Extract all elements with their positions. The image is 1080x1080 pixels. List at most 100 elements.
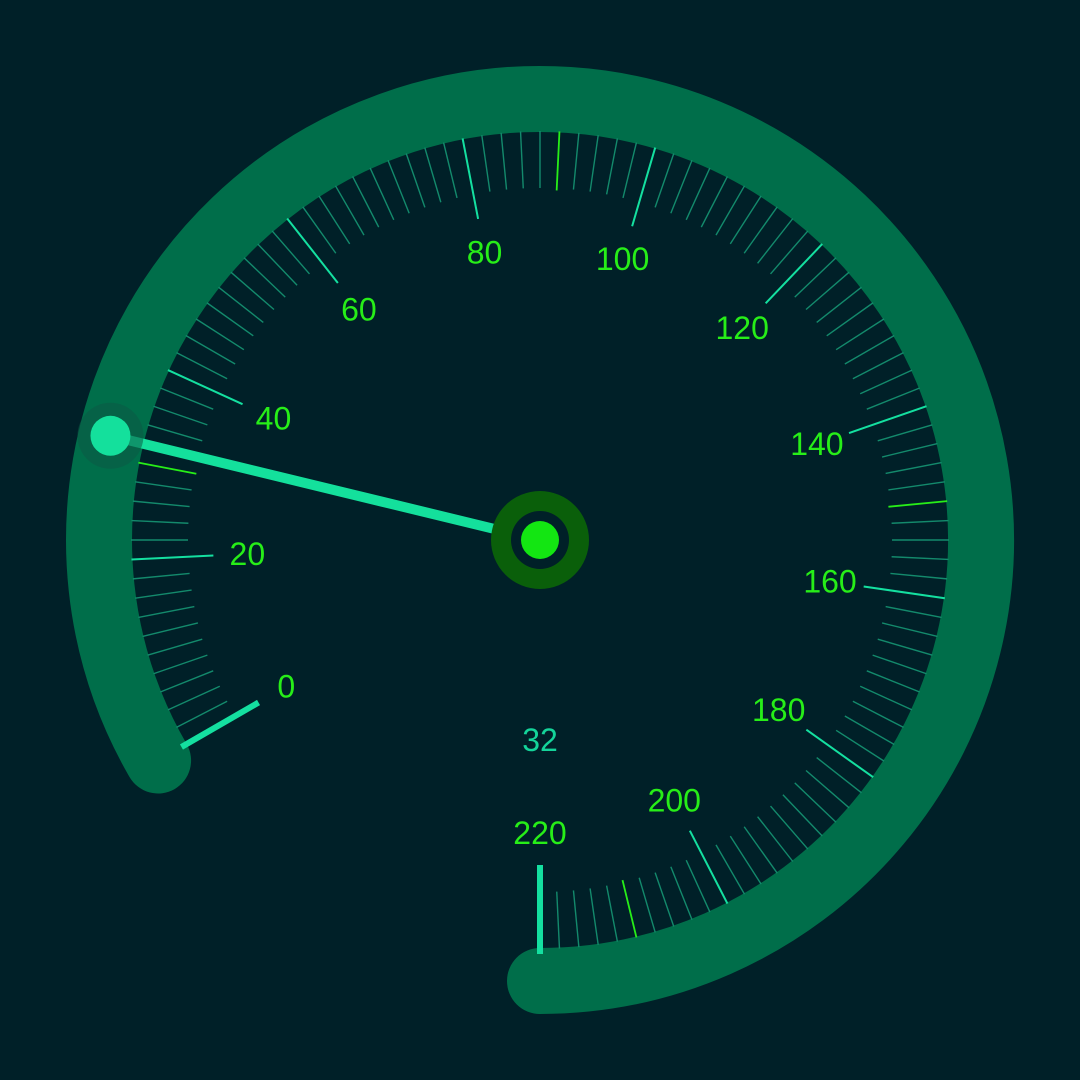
minor-tick: [153, 654, 208, 675]
needle-tip-handle[interactable]: [90, 415, 131, 456]
hub-center: [521, 521, 559, 559]
minor-tick: [605, 885, 619, 942]
value-readout: 32: [522, 722, 558, 758]
minor-tick: [670, 160, 693, 214]
minor-tick: [160, 387, 214, 410]
tick-label: 80: [467, 234, 503, 270]
minor-tick: [230, 271, 275, 311]
tick-label: 140: [790, 426, 843, 462]
minor-tick: [589, 135, 599, 192]
minor-tick: [257, 243, 298, 286]
minor-tick: [243, 257, 286, 298]
minor-tick: [816, 286, 862, 323]
minor-tick: [805, 271, 850, 311]
minor-tick: [500, 132, 508, 190]
tick-label: 40: [256, 400, 292, 436]
minor-tick: [142, 622, 199, 638]
minor-tick: [160, 670, 214, 693]
minor-tick: [859, 369, 913, 395]
minor-tick: [135, 589, 192, 599]
minor-tick: [138, 461, 197, 475]
tick-label: 60: [341, 292, 377, 328]
minor-tick: [135, 481, 192, 491]
minor-tick: [782, 794, 823, 837]
major-tick: [848, 405, 927, 434]
minor-tick: [881, 442, 938, 458]
minor-tick: [670, 866, 693, 920]
gauge-dial: 0 20 40 60 80 100 120 140 160 180 200 220 32: [66, 66, 1014, 1014]
minor-tick: [556, 891, 561, 949]
major-tick: [179, 699, 261, 750]
minor-tick: [519, 131, 524, 189]
minor-tick: [888, 481, 945, 491]
major-tick: [286, 217, 339, 284]
major-tick: [764, 243, 823, 305]
major-tick: [805, 728, 874, 779]
tick-label: 100: [596, 241, 649, 277]
minor-tick: [685, 859, 711, 913]
minor-tick: [271, 230, 311, 275]
major-tick: [631, 147, 657, 227]
minor-tick: [167, 685, 221, 711]
minor-tick: [700, 176, 729, 228]
minor-tick: [852, 700, 904, 729]
minor-tick: [405, 153, 426, 208]
minor-tick: [218, 286, 264, 323]
minor-tick: [794, 257, 837, 298]
minor-tick: [866, 387, 920, 410]
minor-tick: [885, 461, 942, 475]
minor-tick: [572, 132, 580, 190]
minor-tick: [572, 890, 580, 948]
minor-tick: [881, 622, 938, 638]
minor-tick: [805, 769, 850, 809]
minor-tick: [757, 816, 794, 862]
minor-tick: [147, 424, 203, 442]
tick-label: 20: [230, 536, 266, 572]
minor-tick: [890, 572, 948, 580]
tick-label: 200: [648, 782, 701, 818]
minor-tick: [654, 153, 675, 208]
minor-tick: [621, 879, 638, 938]
minor-tick: [859, 685, 913, 711]
minor-tick: [131, 519, 189, 524]
minor-tick: [757, 218, 794, 264]
minor-tick: [877, 638, 933, 656]
minor-tick: [176, 351, 228, 380]
minor-tick: [589, 888, 599, 945]
minor-tick: [442, 142, 458, 199]
minor-tick: [153, 405, 208, 426]
tick-label: 120: [715, 310, 768, 346]
major-tick: [167, 369, 243, 406]
minor-tick: [605, 138, 619, 195]
minor-tick: [888, 500, 948, 508]
major-tick: [131, 554, 214, 561]
major-tick: [688, 830, 729, 904]
minor-tick: [132, 572, 190, 580]
minor-tick: [891, 556, 949, 561]
tick-label: 220: [513, 815, 566, 851]
minor-tick: [555, 131, 561, 191]
minor-tick: [877, 424, 933, 442]
minor-tick: [816, 757, 862, 794]
minor-tick: [769, 230, 809, 275]
minor-tick: [387, 160, 410, 214]
minor-tick: [369, 167, 395, 221]
minor-tick: [891, 519, 949, 524]
minor-tick: [481, 135, 491, 192]
major-tick: [863, 585, 945, 600]
speed-gauge: 0 20 40 60 80 100 120 140 160 180 200 220 32: [0, 0, 1080, 1080]
minor-tick: [852, 351, 904, 380]
minor-tick: [132, 500, 190, 508]
minor-tick: [872, 654, 927, 675]
tick-label: 0: [277, 669, 295, 705]
minor-tick: [885, 605, 942, 619]
tick-label: 160: [803, 564, 856, 600]
minor-tick: [351, 176, 380, 228]
major-tick: [461, 138, 480, 220]
minor-tick: [769, 805, 809, 850]
minor-tick: [638, 877, 656, 933]
minor-tick: [138, 605, 195, 619]
tick-label: 180: [752, 692, 805, 728]
minor-tick: [685, 167, 711, 221]
minor-tick: [622, 142, 638, 199]
